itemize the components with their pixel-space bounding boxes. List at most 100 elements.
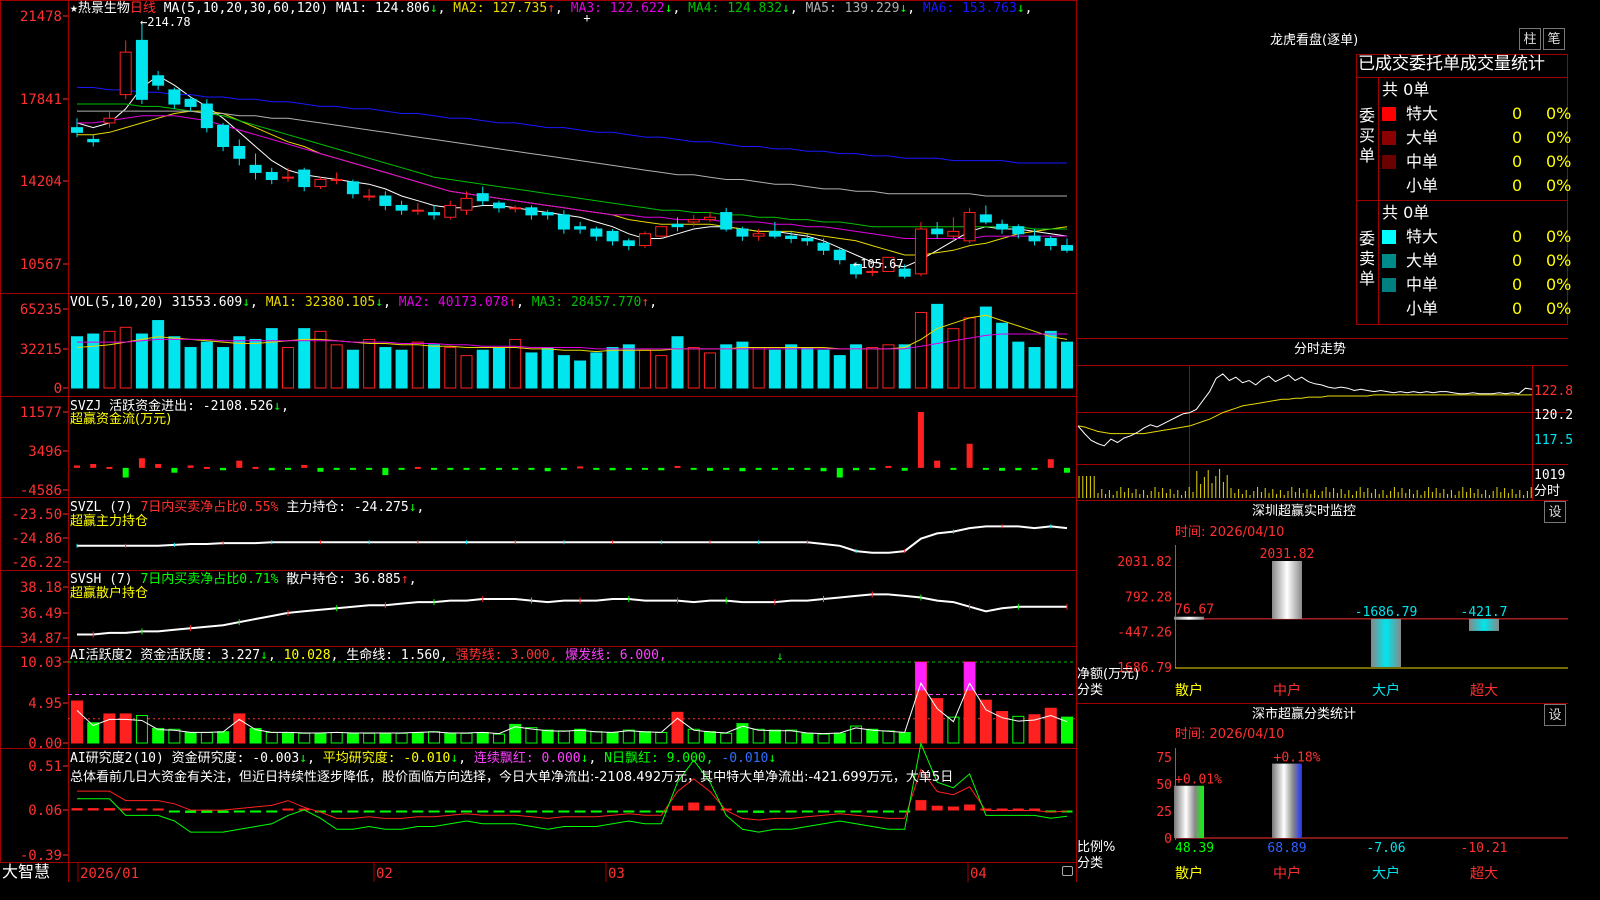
sz-monitor-y-tick: 792.28 — [1125, 590, 1172, 605]
sz-class-cat-label: 超大 — [1470, 866, 1498, 882]
candle-body — [947, 230, 960, 237]
candle-body — [655, 226, 668, 237]
candle-body — [298, 169, 311, 188]
price-y-tick: 21478 — [20, 9, 62, 25]
ai-activity-bar — [460, 732, 473, 744]
ai-research-bar — [250, 810, 262, 813]
bar-mode-button[interactable]: 柱 — [1519, 28, 1541, 50]
sz-class-bar — [1272, 763, 1302, 838]
sz-monitor-settings-button[interactable]: 设 — [1544, 501, 1566, 523]
svzj-bar — [869, 467, 876, 470]
svzj-bar — [1015, 467, 1022, 471]
svzj-value: -2108.526 — [202, 399, 274, 414]
volume-bar — [184, 347, 197, 389]
buy-row-pct: 0% — [1546, 152, 1572, 171]
ai-activity-bar — [363, 732, 376, 744]
svsh-y-tick: 34.87 — [20, 631, 62, 647]
candle-body — [541, 212, 554, 216]
volume-bar — [590, 352, 603, 389]
svzj-bar — [236, 460, 243, 468]
volume-bar — [71, 336, 83, 389]
ai-activity-bar — [590, 731, 603, 744]
svzj-bar — [317, 467, 324, 472]
svzl-arrow: ↓ — [408, 500, 417, 515]
svzj-bar — [999, 467, 1006, 471]
price-ma5-line — [77, 110, 1067, 197]
volume-bar — [882, 344, 895, 389]
sz-class-value-label: 68.89 — [1267, 841, 1306, 856]
volume-bar — [492, 347, 505, 389]
volume-bar — [963, 317, 976, 389]
candle-body — [492, 202, 505, 209]
buy-row-count: 0 — [1512, 176, 1523, 195]
intraday-price-line — [1077, 373, 1533, 447]
avg-research-value: -0.010 — [403, 751, 451, 766]
volume-bar — [785, 344, 798, 389]
svzj-arrow: ↓ — [273, 399, 282, 414]
pen-mode-button[interactable]: 笔 — [1543, 28, 1565, 50]
svzj-bar — [284, 467, 291, 470]
ai-activity-bar — [979, 699, 992, 744]
svsh-y-tick: 38.18 — [20, 580, 62, 596]
sz-monitor-bar — [1469, 618, 1499, 631]
vol-ma-sep: , — [383, 295, 391, 310]
ai-activity-bar — [720, 732, 733, 744]
lock-icon[interactable] — [1062, 866, 1073, 876]
volume-bar — [428, 344, 441, 389]
ai-research-bar — [769, 810, 781, 813]
x-axis-label: 04 — [970, 866, 987, 882]
ai-research-bar — [396, 810, 408, 813]
candle-body — [736, 228, 749, 237]
ai-activity-bar — [671, 711, 684, 744]
ai-research-bar — [217, 810, 229, 813]
volume-bar — [768, 349, 781, 389]
svzj-bar — [171, 467, 178, 473]
ai-research-bar — [152, 808, 164, 811]
sz-class-settings-button[interactable]: 设 — [1544, 704, 1566, 726]
ai-activity-header: AI活跃度2 资金活跃度: 3.227↓, 10.028, 生命线: 1.560… — [70, 648, 667, 663]
candle-body — [671, 223, 684, 228]
candle-body — [119, 51, 132, 96]
candle-body — [979, 214, 992, 223]
ma4-value: MA4: 124.832 — [680, 1, 783, 16]
vol-arrow: ↓ — [242, 295, 251, 310]
sz-class-y-tick: 0 — [1164, 832, 1172, 847]
svsh-y-tick: 36.49 — [20, 606, 62, 622]
volume-bar — [1012, 341, 1025, 389]
ai-activity-bar — [882, 730, 895, 744]
volume-bar — [298, 328, 311, 389]
ai-research-bar — [266, 810, 278, 813]
ai-activity-bar — [71, 700, 83, 744]
intraday-title: 分时走势 — [1294, 342, 1347, 357]
volume-header: VOL(5,10,20) 31553.609↓, MA1: 32380.105↓… — [70, 295, 658, 310]
ai-activity-bar — [135, 715, 148, 744]
sz-monitor-unit: 净额(万元) — [1077, 667, 1140, 682]
volume-bar — [119, 326, 132, 389]
candle-body — [914, 228, 927, 275]
svzj-bar — [349, 467, 356, 470]
volume-bar — [914, 311, 927, 389]
vol-params: VOL(5,10,20) — [70, 295, 164, 310]
svzj-bar — [414, 466, 421, 469]
vol-ma3-value: MA3: 28457.770 — [523, 295, 642, 310]
ai-research-bar — [931, 805, 943, 811]
volume-bar — [687, 347, 700, 389]
ma1-value: MA1: 124.806 — [335, 1, 430, 16]
ai-research-bar — [347, 810, 359, 813]
ai-activity-bar — [606, 732, 619, 744]
ai-activity-v1: 3.227 — [220, 648, 261, 663]
svzj-bar — [220, 467, 227, 471]
candle-body — [428, 212, 441, 216]
svzj-bar — [1031, 467, 1038, 470]
svzj-bar — [90, 464, 97, 468]
buy-side-char: 委 — [1358, 106, 1375, 125]
ai-activity-bar — [444, 732, 457, 744]
svzj-bar — [447, 467, 454, 470]
volume-bar — [103, 330, 116, 389]
ma-values: MA1: 124.806↓, MA2: 127.735↑, MA3: 122.6… — [336, 1, 1033, 16]
ai-activity-bar — [411, 732, 424, 744]
volume-bar — [1028, 347, 1041, 389]
period-label[interactable]: 日线 — [130, 1, 156, 16]
svzj-y-tick: 3496 — [28, 444, 62, 460]
sz-class-change-label: +0.18% — [1274, 751, 1321, 766]
